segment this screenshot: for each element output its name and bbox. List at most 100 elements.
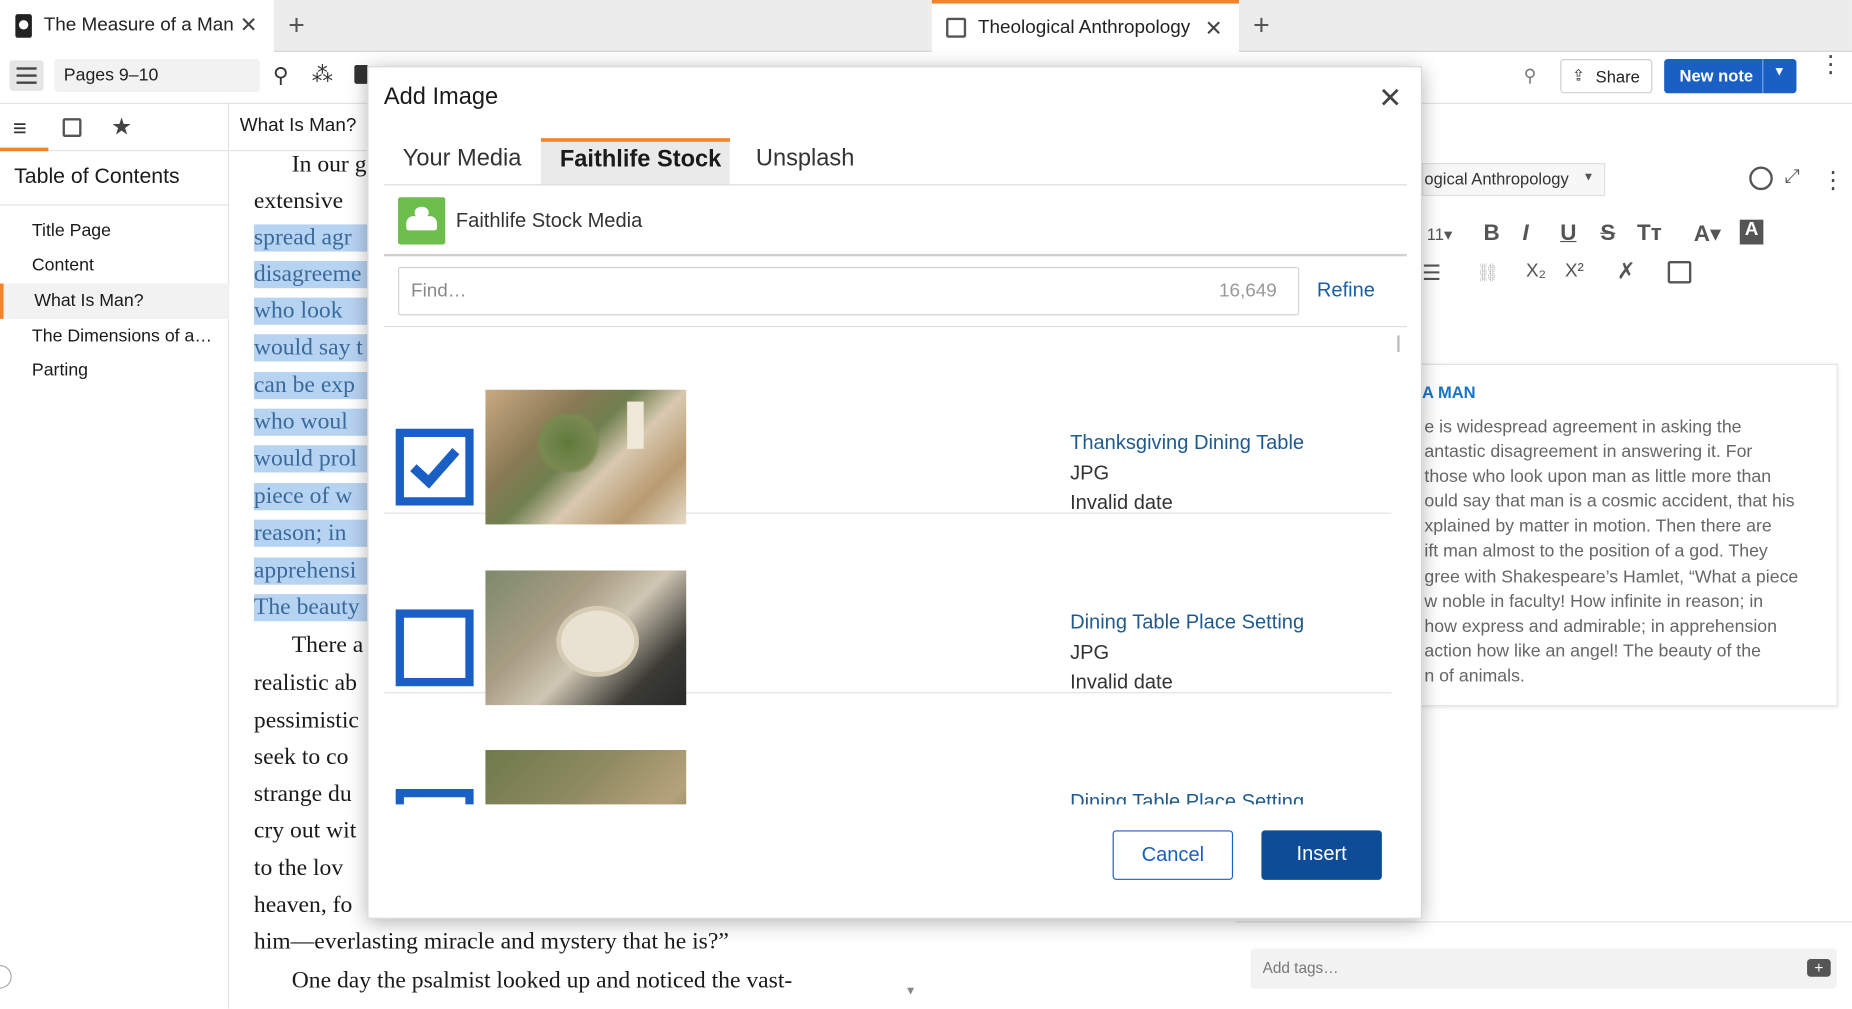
toc-item-content[interactable]: Content: [32, 255, 94, 275]
stock-media-logo-icon: [398, 197, 446, 245]
underline-icon[interactable]: U: [1560, 221, 1576, 247]
note-more-icon[interactable]: ⋮: [1821, 165, 1845, 195]
book-text-line: pessimistic: [253, 707, 359, 734]
toc-item-dimensions[interactable]: The Dimensions of a…: [32, 326, 212, 346]
share-button[interactable]: ⇪ Share: [1560, 59, 1653, 94]
note-text-line: xplained by matter in motion. Then there…: [1424, 516, 1772, 537]
find-placeholder: Find…: [411, 281, 467, 302]
menu-icon[interactable]: [9, 60, 44, 91]
clear-format-icon[interactable]: ✗: [1617, 259, 1636, 286]
new-note-button[interactable]: New note ▼: [1664, 59, 1797, 94]
panel-tools-icon[interactable]: ⁂: [312, 63, 333, 88]
link-icon[interactable]: ⛓: [1476, 262, 1498, 283]
new-tab-icon[interactable]: +: [288, 9, 305, 42]
book-text-line-highlighted[interactable]: apprehensi: [253, 557, 368, 585]
notebook-label: ogical Anthropology: [1424, 168, 1569, 188]
select-checkbox[interactable]: [395, 609, 474, 687]
tab-title: Theological Anthropology: [977, 17, 1191, 38]
image-thumbnail[interactable]: [485, 570, 687, 706]
close-icon[interactable]: ✕: [1378, 81, 1402, 115]
note-heading: A MAN: [1422, 382, 1476, 402]
result-title[interactable]: Dining Table Place Setting: [1070, 611, 1304, 635]
close-tab-icon[interactable]: ✕: [240, 13, 258, 38]
layers-icon[interactable]: [62, 118, 82, 138]
note-text-line: ould say that man is a cosmic accident, …: [1424, 491, 1795, 512]
page-reference-field[interactable]: Pages 9–10: [54, 59, 260, 93]
insert-button[interactable]: Insert: [1261, 830, 1382, 880]
strikethrough-icon[interactable]: S: [1600, 221, 1615, 247]
expand-icon[interactable]: ⤢: [1785, 167, 1800, 188]
note-text-line: antastic disagreement in answering it. F…: [1424, 441, 1753, 462]
tab-measure-of-a-man[interactable]: The Measure of a Man ✕: [0, 0, 275, 52]
subscript-icon[interactable]: X₂: [1526, 261, 1546, 282]
toc-item-what-is-man[interactable]: What Is Man?: [34, 291, 143, 311]
favorites-star-icon[interactable]: ★: [111, 112, 132, 142]
add-tag-icon[interactable]: +: [1807, 959, 1831, 977]
list-item[interactable]: Thanksgiving Dining Table JPG Invalid da…: [383, 334, 1392, 525]
note-text-line: how express and admirable; in apprehensi…: [1424, 616, 1778, 637]
text-case-icon[interactable]: Tт: [1637, 221, 1662, 247]
book-text-line-highlighted[interactable]: reason; in: [253, 519, 368, 547]
check-circle-icon[interactable]: [1749, 166, 1773, 191]
list-item[interactable]: Dining Table Place Setting JPG Invalid d…: [383, 514, 1392, 706]
notes-search-icon[interactable]: ⚲: [1524, 65, 1537, 86]
highlight-color-icon[interactable]: A: [1739, 219, 1764, 245]
toc-item-parting[interactable]: Parting: [32, 360, 88, 380]
result-date: Invalid date: [1070, 491, 1173, 514]
book-text-line: One day the psalmist looked up and notic…: [291, 967, 793, 994]
italic-icon[interactable]: I: [1522, 221, 1528, 247]
font-color-icon[interactable]: A▾: [1694, 221, 1721, 248]
result-format: JPG: [1070, 641, 1110, 664]
cancel-button[interactable]: Cancel: [1112, 830, 1234, 880]
tab-your-media[interactable]: Your Media: [384, 138, 540, 185]
select-checkbox[interactable]: [395, 428, 474, 506]
add-tags-input[interactable]: Add tags…: [1250, 948, 1837, 989]
book-text-line-highlighted[interactable]: who woul: [253, 408, 368, 436]
tab-theological-anthropology[interactable]: Theological Anthropology ✕: [931, 0, 1239, 52]
insert-image-icon[interactable]: [1667, 261, 1692, 284]
image-thumbnail[interactable]: [485, 749, 687, 805]
new-note-label: New note: [1679, 66, 1754, 86]
book-text-line-highlighted[interactable]: The beauty: [253, 594, 368, 622]
tab-faithlife-stock[interactable]: Faithlife Stock: [540, 138, 730, 186]
select-checkbox[interactable]: [395, 788, 474, 805]
results-list: Thanksgiving Dining Table JPG Invalid da…: [383, 334, 1407, 805]
more-options-icon[interactable]: ⋮: [1819, 53, 1843, 77]
book-text-line-highlighted[interactable]: spread agr: [253, 224, 368, 252]
image-thumbnail[interactable]: [485, 389, 687, 525]
book-text-line-highlighted[interactable]: can be exp: [253, 372, 368, 400]
add-image-dialog: Add Image ✕ Your Media Faithlife Stock U…: [367, 66, 1423, 919]
refine-button[interactable]: Refine: [1317, 279, 1375, 303]
bold-icon[interactable]: B: [1483, 221, 1499, 247]
toc-item-title-page[interactable]: Title Page: [32, 221, 111, 241]
book-text-line-highlighted[interactable]: would prol: [253, 445, 368, 473]
chevron-down-icon[interactable]: ▼: [1583, 171, 1595, 184]
source-name: Faithlife Stock Media: [455, 209, 643, 232]
notes-icon: [946, 17, 967, 38]
result-title[interactable]: Dining Table Place Setting: [1070, 790, 1304, 804]
divider: [1762, 59, 1764, 94]
result-title[interactable]: Thanksgiving Dining Table: [1070, 431, 1304, 455]
book-text-line-highlighted[interactable]: would say t: [253, 334, 368, 362]
list-item[interactable]: Dining Table Place Setting: [384, 693, 1391, 805]
new-tab-icon[interactable]: +: [1253, 9, 1270, 42]
scroll-down-icon[interactable]: ▼: [905, 985, 917, 998]
toc-list-icon[interactable]: ≡: [13, 116, 27, 143]
divider: [1235, 921, 1852, 923]
dialog-title: Add Image: [383, 83, 499, 110]
tab-unsplash[interactable]: Unsplash: [737, 138, 873, 185]
search-icon[interactable]: ⚲: [273, 64, 289, 89]
toc-active-indicator: [0, 147, 49, 152]
chevron-down-icon[interactable]: ▼: [1773, 65, 1786, 79]
book-text-line-highlighted[interactable]: who look: [253, 297, 368, 325]
note-text-line: e is widespread agreement in asking the: [1424, 416, 1742, 438]
book-text-line-highlighted[interactable]: piece of w: [253, 483, 368, 511]
tabs-divider: [383, 184, 1407, 186]
book-text-line-highlighted[interactable]: disagreeme: [253, 261, 368, 289]
font-size-select[interactable]: 11▾: [1427, 224, 1452, 244]
find-input[interactable]: Find… 16,649: [398, 266, 1300, 316]
note-text-line: ift man almost to the position of a god.…: [1424, 540, 1768, 562]
close-tab-icon[interactable]: ✕: [1205, 17, 1223, 42]
superscript-icon[interactable]: X²: [1565, 261, 1584, 282]
indent-icon[interactable]: ☰: [1422, 261, 1441, 286]
